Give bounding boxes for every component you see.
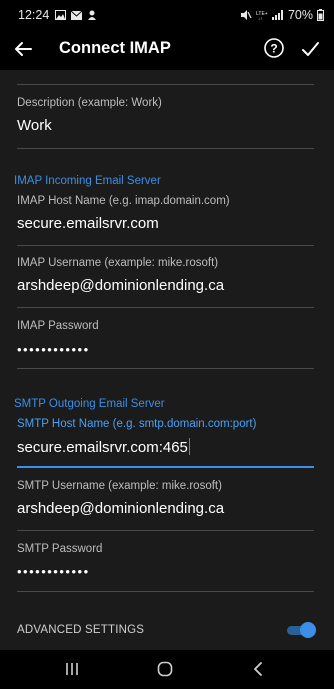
battery-icon — [317, 9, 324, 21]
description-input[interactable]: Work — [17, 117, 52, 134]
help-icon[interactable]: ? — [263, 37, 285, 59]
svg-text:↓↑: ↓↑ — [258, 16, 263, 20]
smtp-host-label: SMTP Host Name (e.g. smtp.domain.com:por… — [17, 418, 257, 430]
text-cursor — [188, 438, 191, 455]
field-divider — [17, 530, 314, 531]
field-divider — [17, 307, 314, 308]
smtp-password-label: SMTP Password — [17, 543, 103, 555]
signal-icon — [271, 10, 283, 20]
smtp-username-input[interactable]: arshdeep@dominionlending.ca — [17, 500, 224, 517]
advanced-settings-toggle[interactable] — [287, 622, 316, 638]
image-icon — [55, 10, 67, 20]
smtp-host-input[interactable]: secure.emailsrvr.com:465 — [17, 438, 191, 456]
status-right: LTE+ ↓↑ 70% — [240, 8, 324, 22]
field-divider — [17, 368, 314, 369]
toggle-knob — [300, 622, 316, 638]
mute-icon — [240, 10, 252, 20]
field-divider — [17, 245, 314, 246]
advanced-settings-label: ADVANCED SETTINGS — [17, 624, 145, 636]
field-divider — [17, 84, 314, 85]
checkmark-icon[interactable] — [299, 38, 321, 60]
imap-username-label: IMAP Username (example: mike.rosoft) — [17, 257, 219, 269]
imap-password-label: IMAP Password — [17, 320, 99, 332]
active-field-underline — [17, 466, 314, 468]
smtp-host-value: secure.emailsrvr.com:465 — [17, 439, 188, 456]
imap-section-header: IMAP Incoming Email Server — [14, 175, 161, 187]
form-content: Description (example: Work) Work IMAP In… — [0, 70, 334, 650]
imap-host-input[interactable]: secure.emailsrvr.com — [17, 215, 159, 232]
smtp-username-label: SMTP Username (example: mike.rosoft) — [17, 480, 222, 492]
svg-text:?: ? — [270, 42, 277, 56]
back-icon[interactable] — [249, 660, 267, 678]
notification-icon — [88, 10, 97, 20]
status-time: 12:24 — [18, 8, 50, 22]
field-divider — [17, 148, 314, 149]
home-icon[interactable] — [156, 660, 174, 678]
mail-icon — [71, 10, 83, 20]
imap-host-label: IMAP Host Name (e.g. imap.domain.com) — [17, 195, 230, 207]
status-bar: 12:24 LTE+ ↓↑ 70% — [0, 0, 334, 30]
back-arrow-icon[interactable] — [12, 38, 34, 60]
navigation-bar — [0, 650, 334, 689]
app-bar: Connect IMAP ? — [0, 30, 334, 70]
recent-apps-icon[interactable] — [63, 660, 81, 678]
field-divider — [17, 591, 314, 592]
smtp-password-input[interactable]: •••••••••••• — [17, 564, 90, 579]
page-title: Connect IMAP — [59, 39, 171, 57]
smtp-section-header: SMTP Outgoing Email Server — [14, 398, 165, 410]
imap-password-input[interactable]: •••••••••••• — [17, 342, 90, 357]
imap-username-input[interactable]: arshdeep@dominionlending.ca — [17, 277, 224, 294]
battery-percent: 70% — [287, 8, 313, 22]
lte-icon: LTE+↓↑ — [256, 11, 268, 20]
description-label: Description (example: Work) — [17, 97, 162, 109]
